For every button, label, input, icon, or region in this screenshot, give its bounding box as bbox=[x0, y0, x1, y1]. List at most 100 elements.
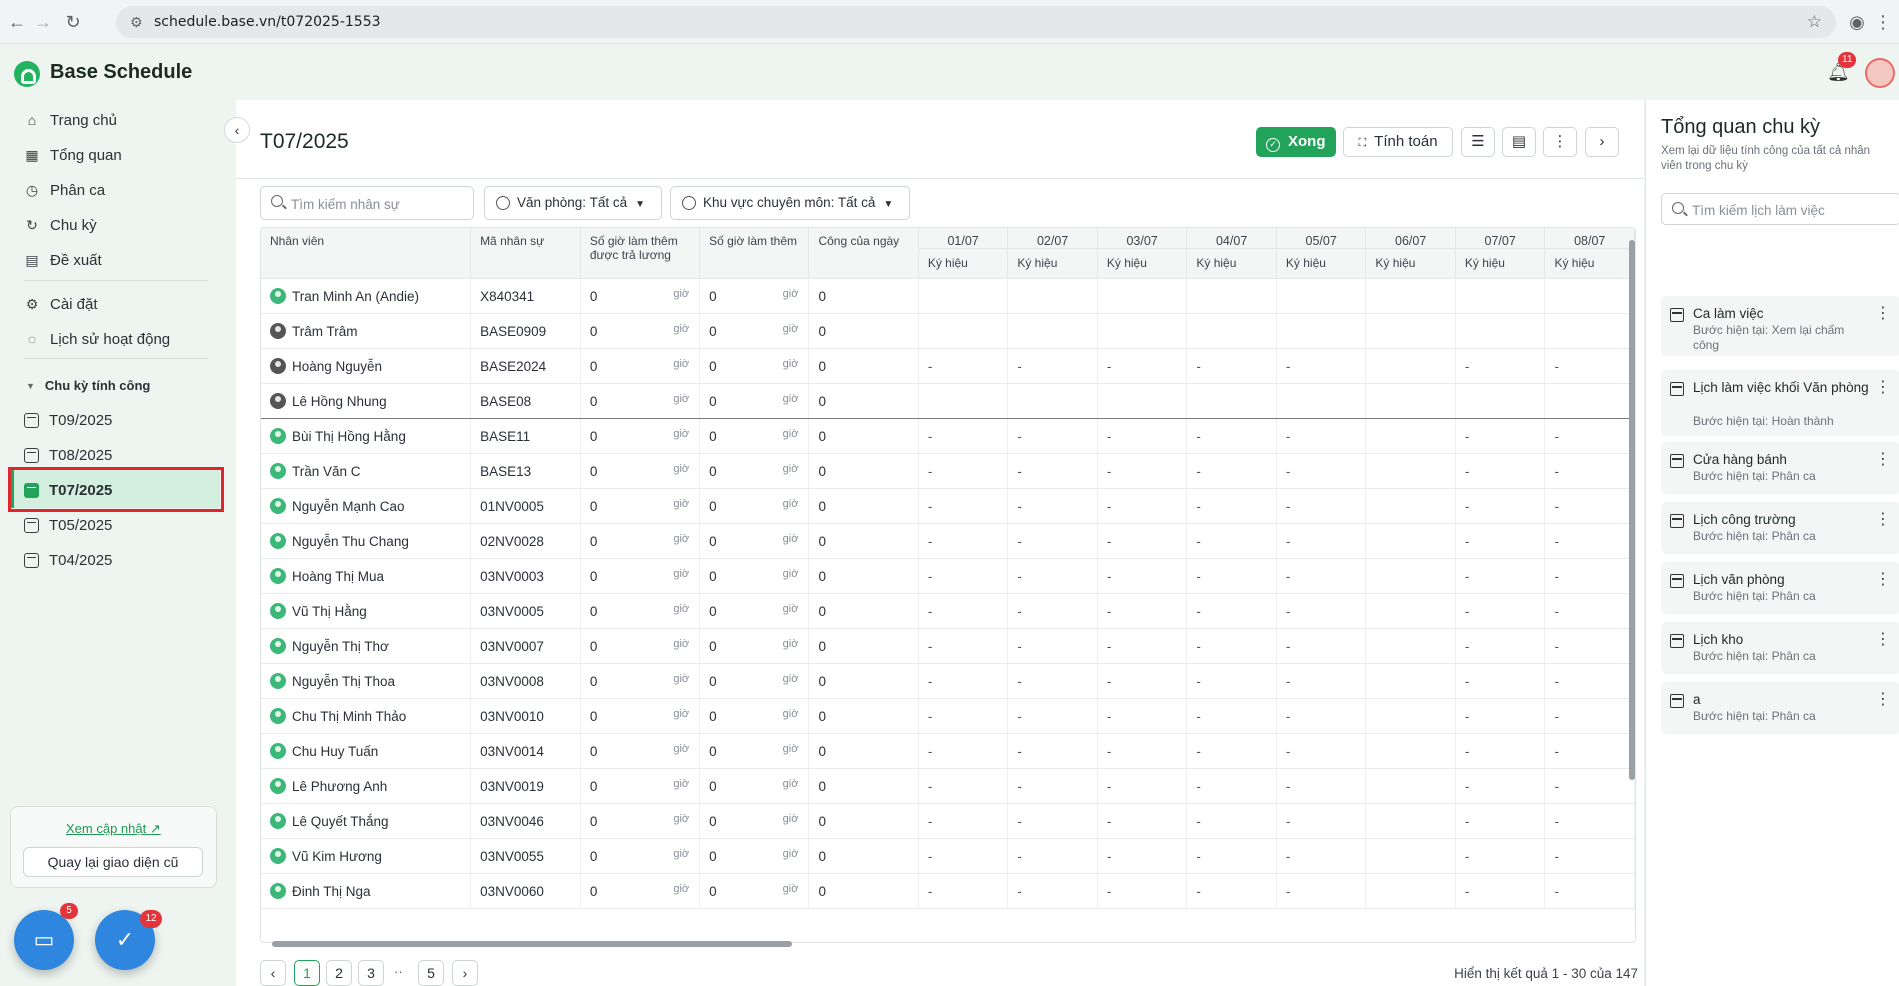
table-row[interactable]: Bùi Thị Hồng Hằng BASE11 0 giờ 0 giờ 0- - - - - - - bbox=[261, 418, 1635, 454]
day-symbol-cell[interactable] bbox=[1365, 593, 1456, 629]
day-symbol-cell[interactable]: - bbox=[1455, 453, 1546, 489]
day-symbol-cell[interactable]: - bbox=[1007, 628, 1098, 664]
day-symbol-cell[interactable]: - bbox=[1276, 488, 1367, 524]
table-row[interactable]: Vũ Thị Hằng 03NV0005 0 giờ 0 giờ 0- - - - - - - bbox=[261, 593, 1635, 629]
day-symbol-cell[interactable] bbox=[1455, 313, 1546, 349]
day-symbol-cell[interactable] bbox=[1007, 313, 1098, 349]
day-symbol-cell[interactable] bbox=[1365, 383, 1456, 419]
ot-paid-cell[interactable]: 0 giờ bbox=[580, 768, 701, 804]
employee-cell[interactable]: Chu Huy Tuấn bbox=[261, 733, 472, 769]
day-symbol-cell[interactable]: - bbox=[1007, 663, 1098, 699]
sidebar-cycle-t04[interactable]: T04/2025 bbox=[24, 548, 112, 572]
day-symbol-cell[interactable]: - bbox=[1276, 873, 1367, 909]
day-symbol-cell[interactable] bbox=[1365, 873, 1456, 909]
day-symbol-cell[interactable]: - bbox=[1276, 558, 1367, 594]
day-symbol-cell[interactable]: - bbox=[1186, 523, 1277, 559]
day-symbol-cell[interactable] bbox=[1365, 418, 1456, 454]
day-symbol-cell[interactable]: - bbox=[1455, 628, 1546, 664]
day-symbol-cell[interactable] bbox=[918, 278, 1009, 314]
employee-cell[interactable]: Nguyễn Thị Thoa bbox=[261, 663, 472, 699]
day-symbol-cell[interactable]: - bbox=[918, 803, 1009, 839]
day-symbol-cell[interactable]: - bbox=[1455, 558, 1546, 594]
day-symbol-cell[interactable]: - bbox=[1097, 523, 1188, 559]
employee-cell[interactable]: Tran Minh An (Andie) bbox=[261, 278, 472, 314]
day-symbol-cell[interactable] bbox=[1365, 803, 1456, 839]
ot-paid-cell[interactable]: 0 giờ bbox=[580, 628, 701, 664]
ot-cell[interactable]: 0 giờ bbox=[699, 838, 810, 874]
site-settings-icon[interactable]: ⚙ bbox=[130, 14, 143, 31]
day-symbol-cell[interactable]: - bbox=[1276, 418, 1367, 454]
sidebar-cycle-t05[interactable]: T05/2025 bbox=[24, 513, 112, 537]
day-symbol-cell[interactable]: - bbox=[1007, 698, 1098, 734]
ot-paid-cell[interactable]: 0 giờ bbox=[580, 453, 701, 489]
office-filter[interactable]: Văn phòng: Tất cả ▼ bbox=[484, 186, 662, 220]
day-symbol-cell[interactable]: - bbox=[1097, 348, 1188, 384]
day-symbol-cell[interactable]: - bbox=[1276, 803, 1367, 839]
day-symbol-cell[interactable]: - bbox=[1455, 768, 1546, 804]
ot-paid-cell[interactable]: 0 giờ bbox=[580, 278, 701, 314]
ot-cell[interactable]: 0 giờ bbox=[699, 278, 810, 314]
day-symbol-cell[interactable]: - bbox=[1186, 768, 1277, 804]
day-symbol-cell[interactable] bbox=[1186, 313, 1277, 349]
sidebar-cycle-t08[interactable]: T08/2025 bbox=[24, 443, 112, 467]
ot-paid-cell[interactable]: 0 giờ bbox=[580, 558, 701, 594]
address-bar[interactable]: ⚙ schedule.base.vn/t072025-1553 ☆ bbox=[116, 6, 1836, 38]
day-symbol-cell[interactable]: - bbox=[918, 453, 1009, 489]
ot-paid-cell[interactable]: 0 giờ bbox=[580, 803, 701, 839]
table-row[interactable]: Chu Huy Tuấn 03NV0014 0 giờ 0 giờ 0- - - - - - - bbox=[261, 733, 1635, 769]
ot-cell[interactable]: 0 giờ bbox=[699, 453, 810, 489]
day-symbol-cell[interactable]: - bbox=[1186, 628, 1277, 664]
day-symbol-cell[interactable]: - bbox=[1097, 558, 1188, 594]
more-vertical-icon[interactable]: ⋮ bbox=[1875, 452, 1891, 468]
ot-paid-cell[interactable]: 0 giờ bbox=[580, 523, 701, 559]
ot-cell[interactable]: 0 giờ bbox=[699, 558, 810, 594]
ot-cell[interactable]: 0 giờ bbox=[699, 698, 810, 734]
day-symbol-cell[interactable] bbox=[1276, 383, 1367, 419]
more-vertical-icon[interactable]: ⋮ bbox=[1875, 632, 1891, 648]
more-vertical-icon[interactable]: ⋮ bbox=[1875, 692, 1891, 708]
schedule-card[interactable]: a Bước hiện tại: Phân ca ⋮ bbox=[1661, 682, 1899, 734]
sidebar-item-home[interactable]: ⌂ Trang chủ bbox=[24, 108, 117, 132]
day-symbol-cell[interactable] bbox=[1007, 278, 1098, 314]
ot-cell[interactable]: 0 giờ bbox=[699, 418, 810, 454]
more-vertical-icon[interactable]: ⋮ bbox=[1875, 306, 1891, 322]
page-1-button[interactable]: 1 bbox=[294, 960, 320, 986]
ot-cell[interactable]: 0 giờ bbox=[699, 348, 810, 384]
day-symbol-cell[interactable]: - bbox=[1276, 663, 1367, 699]
day-symbol-cell[interactable]: - bbox=[1276, 523, 1367, 559]
day-symbol-cell[interactable]: - bbox=[1186, 488, 1277, 524]
ot-cell[interactable]: 0 giờ bbox=[699, 733, 810, 769]
schedule-card[interactable]: Ca làm việc Bước hiện tại: Xem lại chấm c… bbox=[1661, 296, 1899, 356]
horizontal-scrollbar[interactable] bbox=[260, 940, 1636, 948]
day-symbol-cell[interactable] bbox=[1097, 278, 1188, 314]
day-symbol-cell[interactable]: - bbox=[1007, 453, 1098, 489]
day-symbol-cell[interactable] bbox=[1365, 768, 1456, 804]
prev-page-button[interactable]: ‹ bbox=[260, 960, 286, 986]
schedule-card[interactable]: Lịch kho Bước hiện tại: Phân ca ⋮ bbox=[1661, 622, 1899, 674]
more-vertical-icon[interactable]: ⋮ bbox=[1875, 380, 1891, 396]
page-5-button[interactable]: 5 bbox=[418, 960, 444, 986]
export-button[interactable]: ▤ bbox=[1502, 127, 1536, 157]
table-row[interactable]: Hoàng Thị Mua 03NV0003 0 giờ 0 giờ 0- - - - - - - bbox=[261, 558, 1635, 594]
user-avatar[interactable] bbox=[1865, 58, 1895, 88]
calculate-button[interactable]: ⛶ Tính toán bbox=[1343, 127, 1453, 157]
day-symbol-cell[interactable]: - bbox=[1544, 663, 1635, 699]
day-symbol-cell[interactable]: - bbox=[1455, 348, 1546, 384]
ot-cell[interactable]: 0 giờ bbox=[699, 803, 810, 839]
day-symbol-cell[interactable] bbox=[918, 313, 1009, 349]
day-symbol-cell[interactable]: - bbox=[1544, 838, 1635, 874]
day-symbol-cell[interactable]: - bbox=[1186, 663, 1277, 699]
day-symbol-cell[interactable] bbox=[1544, 383, 1635, 419]
employee-cell[interactable]: Trâm Trâm bbox=[261, 313, 472, 349]
horizontal-scrollbar-thumb[interactable] bbox=[272, 941, 792, 947]
day-symbol-cell[interactable]: - bbox=[918, 873, 1009, 909]
day-symbol-cell[interactable] bbox=[1365, 733, 1456, 769]
ot-paid-cell[interactable]: 0 giờ bbox=[580, 593, 701, 629]
day-symbol-cell[interactable]: - bbox=[1544, 698, 1635, 734]
day-symbol-cell[interactable]: - bbox=[1007, 488, 1098, 524]
day-symbol-cell[interactable]: - bbox=[1007, 838, 1098, 874]
sidebar-item-proposal[interactable]: ▤ Đề xuất bbox=[24, 248, 101, 272]
collapse-sidebar-button[interactable]: ‹ bbox=[224, 117, 250, 143]
day-symbol-cell[interactable] bbox=[1097, 313, 1188, 349]
day-symbol-cell[interactable]: - bbox=[1186, 558, 1277, 594]
